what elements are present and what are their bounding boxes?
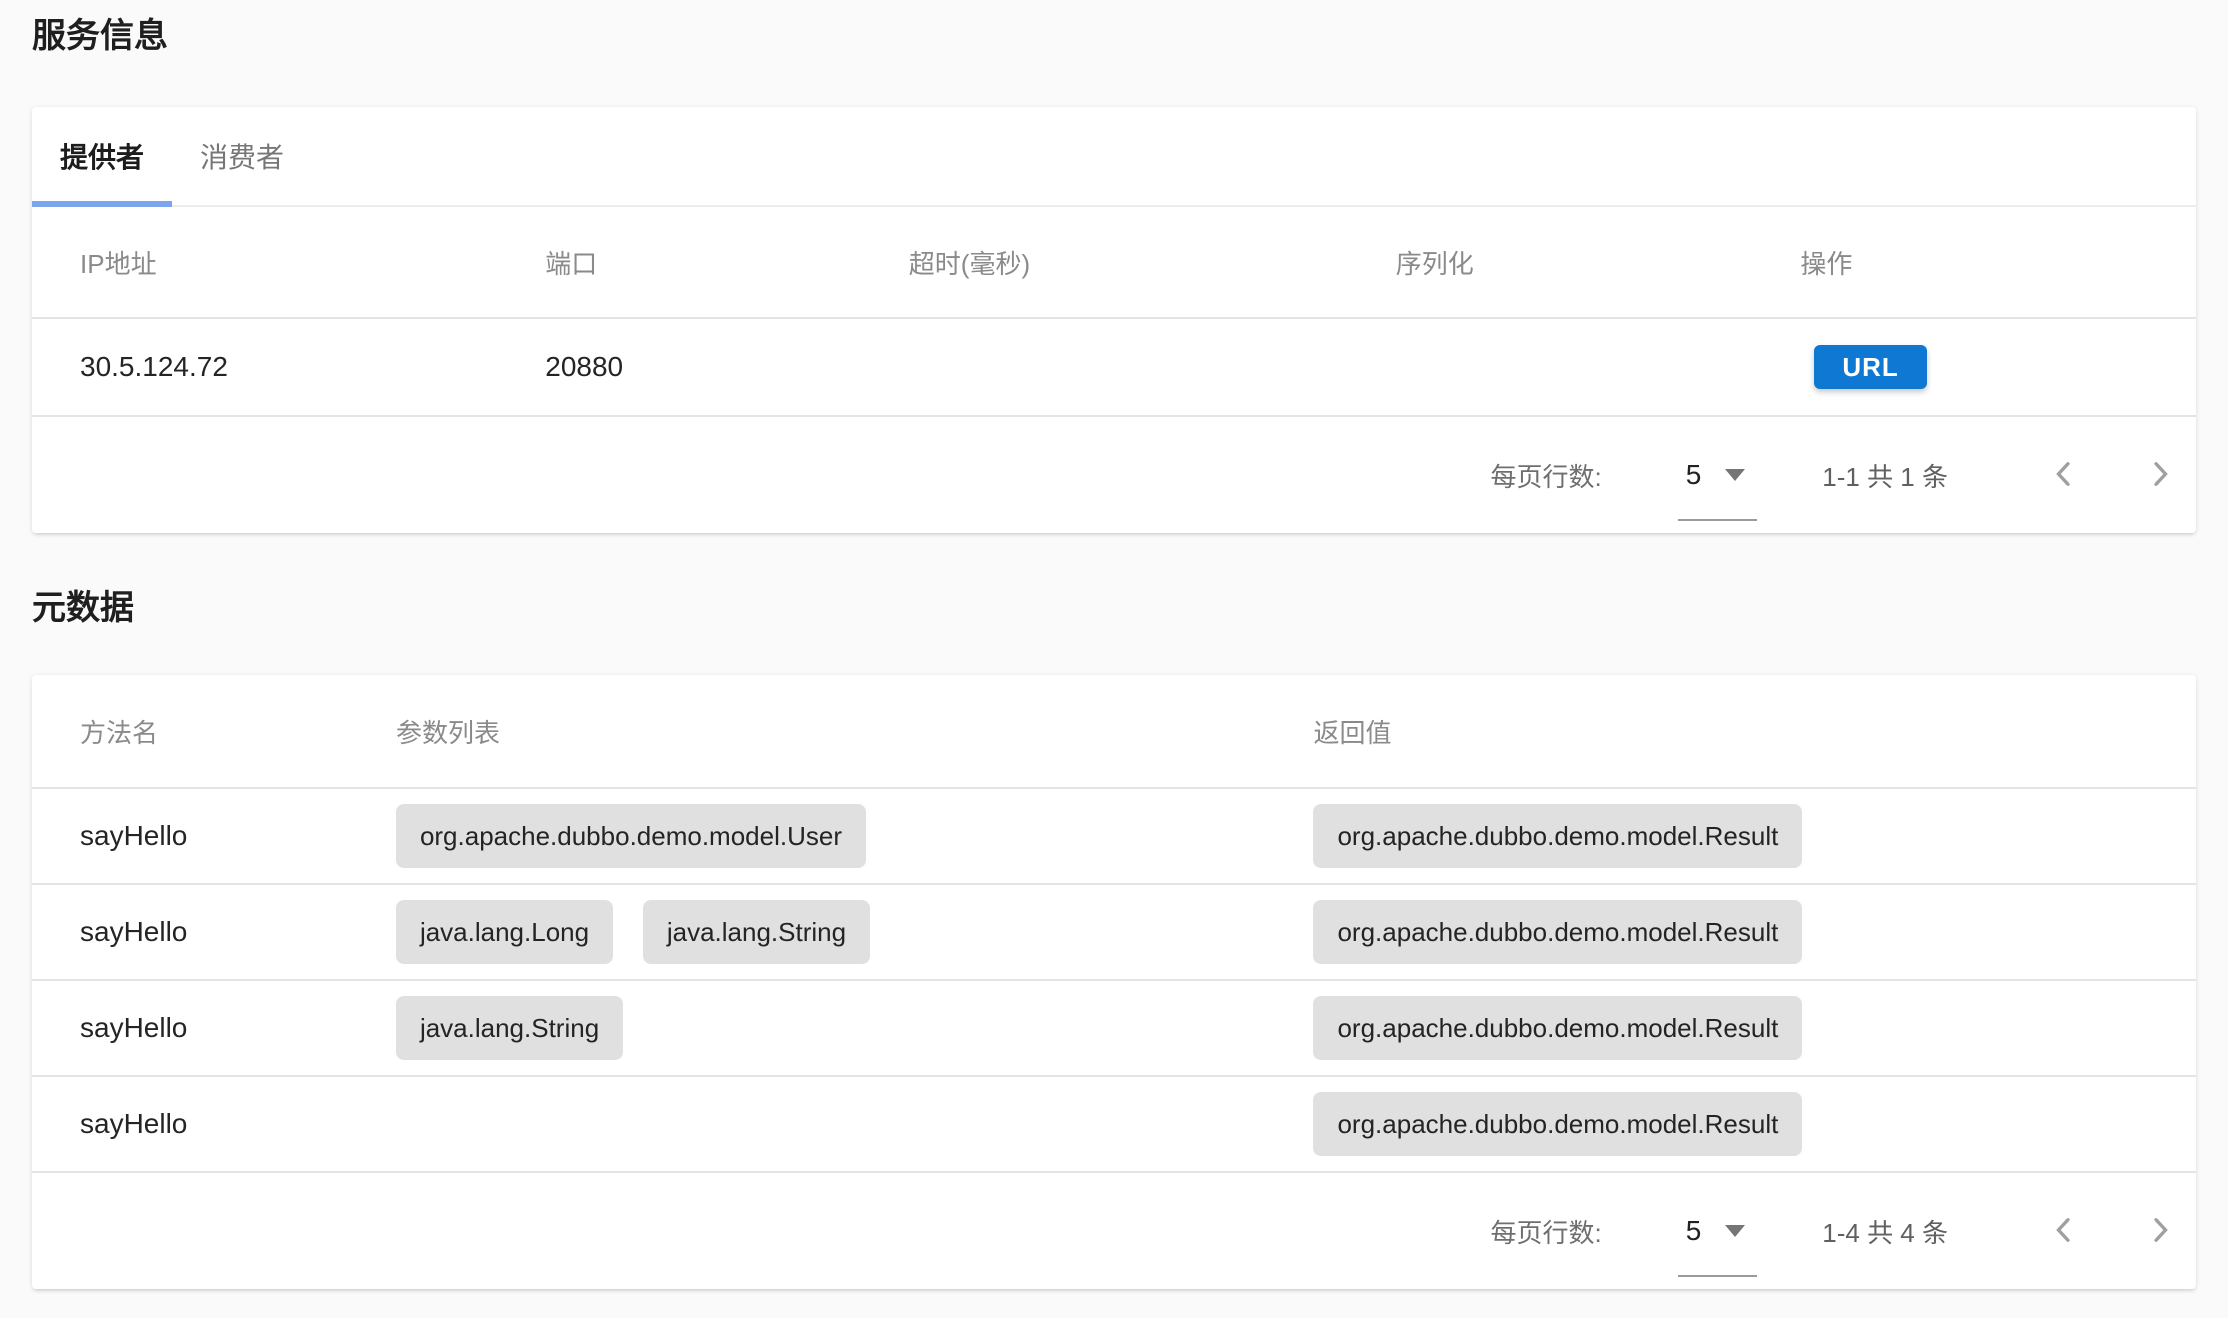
return-type-chip: org.apache.dubbo.demo.model.Result	[1313, 804, 1802, 868]
tab-provider[interactable]: 提供者	[32, 107, 172, 205]
parameter-type-chip: java.lang.Long	[396, 900, 613, 964]
parameter-type-chip: java.lang.String	[643, 900, 870, 964]
metadata-card: 方法名 参数列表 返回值 sayHello org.apache.dubbo.d…	[32, 675, 2196, 1289]
column-header-port: 端口	[497, 207, 861, 318]
parameter-list-cell	[348, 1076, 1266, 1171]
chevron-right-icon	[2141, 455, 2179, 496]
chevron-right-icon	[2141, 1211, 2179, 1252]
next-page-button[interactable]	[2140, 1211, 2180, 1251]
tab-consumer-label: 消费者	[200, 136, 284, 176]
rows-per-page-select[interactable]: 5	[1686, 459, 1746, 491]
parameter-list-cell: org.apache.dubbo.demo.model.User	[348, 788, 1266, 884]
provider-table-pagination: 每页行数: 5 1-1 共 1 条	[32, 415, 2196, 533]
tab-consumer[interactable]: 消费者	[172, 107, 312, 205]
column-header-operation: 操作	[1752, 207, 2196, 318]
return-type-chip: org.apache.dubbo.demo.model.Result	[1313, 996, 1802, 1060]
serialization-cell	[1348, 318, 1753, 415]
metadata-table-row: sayHello java.lang.Long java.lang.String…	[32, 884, 2196, 980]
method-name-cell: sayHello	[32, 884, 348, 980]
operation-cell: URL	[1752, 318, 2196, 415]
parameter-type-chip: java.lang.String	[396, 996, 623, 1060]
metadata-table-row: sayHello org.apache.dubbo.demo.model.Res…	[32, 1076, 2196, 1171]
previous-page-button[interactable]	[2044, 1211, 2084, 1251]
port-cell: 20880	[497, 318, 861, 415]
tab-provider-label: 提供者	[60, 136, 144, 176]
method-name-cell: sayHello	[32, 980, 348, 1076]
return-value-cell: org.apache.dubbo.demo.model.Result	[1265, 884, 2196, 980]
return-type-chip: org.apache.dubbo.demo.model.Result	[1313, 900, 1802, 964]
pagination-range-text: 1-4 共 4 条	[1822, 1213, 1948, 1250]
url-button[interactable]: URL	[1814, 345, 1926, 389]
provider-table: IP地址 端口 超时(毫秒) 序列化 操作 30.5.124.72 20880 …	[32, 207, 2196, 415]
return-value-cell: org.apache.dubbo.demo.model.Result	[1265, 980, 2196, 1076]
column-header-timeout: 超时(毫秒)	[861, 207, 1348, 318]
dropdown-caret-icon	[1725, 1225, 1745, 1237]
column-header-method-name: 方法名	[32, 675, 348, 788]
provider-table-row: 30.5.124.72 20880 URL	[32, 318, 2196, 415]
provider-table-header-row: IP地址 端口 超时(毫秒) 序列化 操作	[32, 207, 2196, 318]
return-value-cell: org.apache.dubbo.demo.model.Result	[1265, 788, 2196, 884]
metadata-table-pagination: 每页行数: 5 1-4 共 4 条	[32, 1171, 2196, 1289]
timeout-cell	[861, 318, 1348, 415]
metadata-table-row: sayHello org.apache.dubbo.demo.model.Use…	[32, 788, 2196, 884]
rows-per-page-select[interactable]: 5	[1686, 1215, 1746, 1247]
metadata-table-row: sayHello java.lang.String org.apache.dub…	[32, 980, 2196, 1076]
parameter-list-cell: java.lang.Long java.lang.String	[348, 884, 1266, 980]
rows-per-page-label: 每页行数:	[1490, 1213, 1601, 1250]
provider-consumer-tab-bar: 提供者 消费者	[32, 107, 2196, 207]
parameter-type-chip: org.apache.dubbo.demo.model.User	[396, 804, 866, 868]
service-detail-page: 服务信息 提供者 消费者 IP地址 端口 超时(毫秒) 序列化	[0, 0, 2228, 1289]
dropdown-caret-icon	[1725, 469, 1745, 481]
method-name-cell: sayHello	[32, 788, 348, 884]
metadata-table: 方法名 参数列表 返回值 sayHello org.apache.dubbo.d…	[32, 675, 2196, 1171]
pagination-range-text: 1-1 共 1 条	[1822, 457, 1948, 494]
method-name-cell: sayHello	[32, 1076, 348, 1171]
return-value-cell: org.apache.dubbo.demo.model.Result	[1265, 1076, 2196, 1171]
column-header-serialization: 序列化	[1348, 207, 1753, 318]
service-info-section-title: 服务信息	[32, 14, 2196, 58]
rows-per-page-label: 每页行数:	[1490, 457, 1601, 494]
chevron-left-icon	[2045, 455, 2083, 496]
previous-page-button[interactable]	[2044, 455, 2084, 495]
parameter-list-cell: java.lang.String	[348, 980, 1266, 1076]
service-info-card: 提供者 消费者 IP地址 端口 超时(毫秒) 序列化 操作	[32, 107, 2196, 533]
metadata-section-title: 元数据	[32, 585, 2196, 631]
next-page-button[interactable]	[2140, 455, 2180, 495]
column-header-ip: IP地址	[32, 207, 497, 318]
active-tab-indicator	[32, 201, 172, 207]
rows-per-page-value: 5	[1686, 459, 1702, 491]
metadata-table-header-row: 方法名 参数列表 返回值	[32, 675, 2196, 788]
ip-cell: 30.5.124.72	[32, 318, 497, 415]
column-header-parameter-list: 参数列表	[348, 675, 1266, 788]
chevron-left-icon	[2045, 1211, 2083, 1252]
column-header-return-value: 返回值	[1265, 675, 2196, 788]
rows-per-page-value: 5	[1686, 1215, 1702, 1247]
return-type-chip: org.apache.dubbo.demo.model.Result	[1313, 1092, 1802, 1156]
